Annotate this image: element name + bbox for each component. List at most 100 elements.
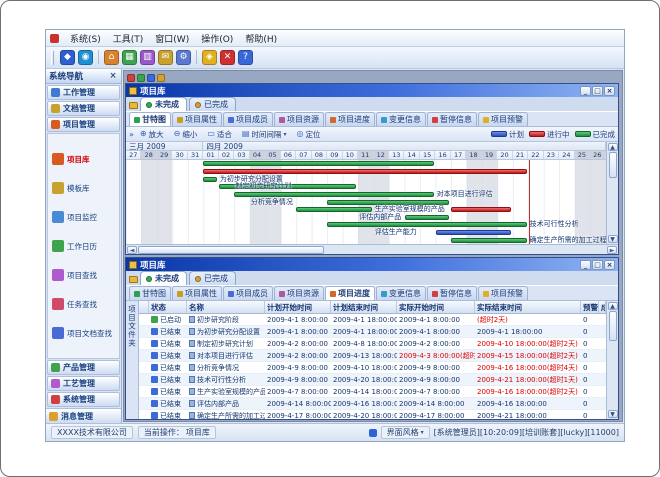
gantt-view-tab-changes[interactable]: 变更信息 <box>376 112 426 126</box>
gantt-view-tab-resources[interactable]: 项目资源 <box>274 112 324 126</box>
gantt-bar[interactable] <box>234 192 433 197</box>
table-header-7[interactable]: 成 <box>599 301 606 313</box>
sidebar-item-task-search[interactable]: 任务查找 <box>49 298 118 310</box>
gantt-vertical-scrollbar[interactable]: ▲ ▼ <box>606 142 618 244</box>
sidebar-item-project-doc-search[interactable]: 项目文档查找 <box>49 327 118 339</box>
gantt-view-tab-gantt[interactable]: 甘特图 <box>129 112 171 126</box>
gantt-bar[interactable] <box>327 222 526 227</box>
gantt-bar[interactable] <box>436 230 511 235</box>
table-row[interactable]: 已结束技术可行性分析2009-4-9 8:00:002009-4-20 18:0… <box>139 374 606 386</box>
scroll-down-icon[interactable]: ▼ <box>608 410 618 418</box>
home-icon[interactable]: ⌂ <box>104 50 119 65</box>
table-view-tab-resources[interactable]: 项目资源 <box>274 286 324 300</box>
scroll-up-icon[interactable]: ▲ <box>608 143 618 151</box>
navigation-icon[interactable]: ◆ <box>60 50 75 65</box>
table-view-tab-gantt[interactable]: 甘特图 <box>129 286 171 300</box>
new-window-icon[interactable] <box>127 74 135 82</box>
table-view-tab-properties[interactable]: 项目属性 <box>172 286 222 300</box>
scroll-thumb[interactable] <box>138 246 324 254</box>
interval-button[interactable]: ▤时间间隔▾ <box>238 128 291 141</box>
scroll-down-icon[interactable]: ▼ <box>608 235 618 243</box>
gantt-bar[interactable] <box>203 169 526 174</box>
scroll-left-icon[interactable]: ◄ <box>127 246 137 254</box>
gantt-view-tab-warning[interactable]: 项目预警 <box>478 112 528 126</box>
table-minimize-button[interactable]: _ <box>580 260 591 270</box>
gantt-folder-tab-finished[interactable]: 已完成 <box>189 97 236 111</box>
table-row[interactable]: 已结束制定初步研究计划2009-4-2 8:00:002009-4-8 18:0… <box>139 338 606 350</box>
lock-icon[interactable]: ◈ <box>202 50 217 65</box>
scroll-thumb[interactable] <box>609 311 617 341</box>
menu-item-system[interactable]: 系统(S) <box>64 31 107 46</box>
table-row[interactable]: 已结束确定生产所需的加工过程2009-4-17 8:00:002009-4-20… <box>139 410 606 419</box>
overflow-chevron-icon[interactable]: » <box>129 130 134 139</box>
refresh-icon[interactable] <box>157 74 165 82</box>
mail-icon[interactable]: ✉ <box>158 50 173 65</box>
gantt-window-titlebar[interactable]: 项目库 _□× <box>126 84 618 97</box>
gantt-maximize-button[interactable]: □ <box>592 86 603 96</box>
table-folder-tab-finished[interactable]: 已完成 <box>189 271 236 285</box>
gantt-view-tab-properties[interactable]: 项目属性 <box>172 112 222 126</box>
gantt-view-tab-progress[interactable]: 项目进度 <box>325 112 375 126</box>
scroll-up-icon[interactable]: ▲ <box>608 302 618 310</box>
table-header-3[interactable]: 计划结束时间 <box>331 301 397 313</box>
cascade-icon[interactable] <box>137 74 145 82</box>
table-row[interactable]: 已结束评估内部产品2009-4-14 8:00:002009-4-16 18:0… <box>139 398 606 410</box>
table-view-tab-pause[interactable]: 暂停信息 <box>427 286 477 300</box>
menu-item-tools[interactable]: 工具(T) <box>107 31 150 46</box>
exit-icon[interactable]: ✕ <box>220 50 235 65</box>
table-header-6[interactable]: 预警 <box>581 301 599 313</box>
table-row[interactable]: 已结束对本项目进行评估2009-4-2 8:00:002009-4-13 18:… <box>139 350 606 362</box>
sidebar-item-work-calendar[interactable]: 工作日历 <box>49 240 118 252</box>
table-close-button[interactable]: × <box>604 260 615 270</box>
gantt-bar[interactable] <box>296 207 371 212</box>
fit-button[interactable]: ▭适合 <box>203 128 236 141</box>
table-header-0[interactable]: 状态 <box>149 301 187 313</box>
table-row[interactable]: 已结束生产实验室规模的产品2009-4-7 8:00:002009-4-14 1… <box>139 386 606 398</box>
ui-style-selector[interactable]: 界面风格 ▾ <box>381 426 430 439</box>
sidebar-tab-messages[interactable]: 消息管理 <box>46 408 121 423</box>
project-folder-side-tab[interactable]: 项目文件夹 <box>126 301 139 419</box>
scroll-thumb[interactable] <box>609 152 617 178</box>
table-view-tab-progress[interactable]: 项目进度 <box>325 286 375 300</box>
menu-item-window[interactable]: 窗口(W) <box>149 31 195 46</box>
gantt-bar[interactable] <box>203 177 216 182</box>
table-header-4[interactable]: 实际开始时间 <box>397 301 475 313</box>
report-icon[interactable]: ▥ <box>140 50 155 65</box>
gantt-bar[interactable] <box>451 238 526 243</box>
table-row[interactable]: 已结束为初步研究分配设置2009-4-1 8:00:002009-4-1 18:… <box>139 326 606 338</box>
gantt-bar[interactable] <box>203 161 433 166</box>
gantt-chart[interactable]: 为初步研究分配设置制定初步研究计划对本项目进行评估分析竞争情况生产实验室规模的产… <box>126 160 606 244</box>
table-header-2[interactable]: 计划开始时间 <box>265 301 331 313</box>
gantt-horizontal-scrollbar[interactable]: ◄ ► <box>126 244 618 254</box>
table-view-tab-warning[interactable]: 项目预警 <box>478 286 528 300</box>
table-window-titlebar[interactable]: 项目库 _□× <box>126 258 618 271</box>
gantt-minimize-button[interactable]: _ <box>580 86 591 96</box>
table-view-tab-changes[interactable]: 变更信息 <box>376 286 426 300</box>
sidebar-section-process[interactable]: 工艺管理 <box>47 376 120 391</box>
menu-item-help[interactable]: 帮助(H) <box>239 31 283 46</box>
sidebar-section-project[interactable]: 项目管理 <box>47 117 120 132</box>
sidebar-item-template-library[interactable]: 模板库 <box>49 182 118 194</box>
toolbar-grip[interactable] <box>51 51 54 65</box>
tile-icon[interactable] <box>147 74 155 82</box>
settings-icon[interactable]: ⚙ <box>176 50 191 65</box>
table-maximize-button[interactable]: □ <box>592 260 603 270</box>
sidebar-section-doc[interactable]: 文档管理 <box>47 101 120 116</box>
sidebar-section-product[interactable]: 产品管理 <box>47 360 120 375</box>
table-row[interactable]: 已结束分析竞争情况2009-4-9 8:00:002009-4-10 18:00… <box>139 362 606 374</box>
table-view-tab-members[interactable]: 项目成员 <box>223 286 273 300</box>
gantt-bar[interactable] <box>405 215 449 220</box>
gantt-view-tab-members[interactable]: 项目成员 <box>223 112 273 126</box>
menu-item-operate[interactable]: 操作(O) <box>195 31 239 46</box>
zoom-out-button[interactable]: ⊖缩小 <box>170 128 202 141</box>
sidebar-section-work[interactable]: 工作管理 <box>47 85 120 100</box>
locate-button[interactable]: ◎定位 <box>292 128 324 141</box>
table-row[interactable]: 已启动初步研究阶段2009-4-1 8:00:002009-4-1 18:00:… <box>139 314 606 326</box>
sidebar-item-project-search[interactable]: 项目查找 <box>49 269 118 281</box>
sidebar-section-system[interactable]: 系统管理 <box>47 392 120 407</box>
gantt-view-tab-pause[interactable]: 暂停信息 <box>427 112 477 126</box>
help-icon[interactable]: ? <box>238 50 253 65</box>
table-folder-tab-unfinished[interactable]: 未完成 <box>140 271 187 285</box>
sidebar-item-project-library[interactable]: 项目库 <box>49 153 118 165</box>
calendar-icon[interactable]: ▦ <box>122 50 137 65</box>
